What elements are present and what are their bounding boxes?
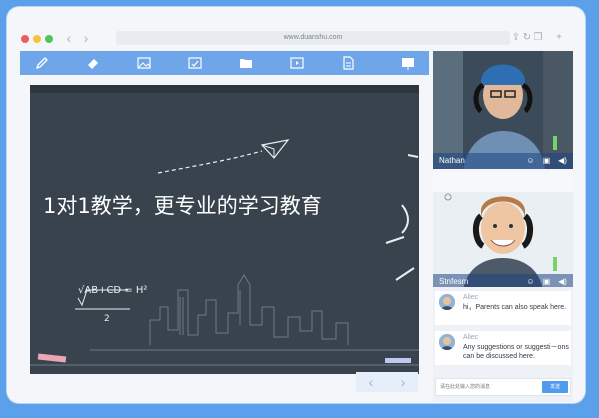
maximize-window-button[interactable] bbox=[45, 35, 53, 43]
address-bar[interactable]: www.duanshu.com bbox=[116, 31, 510, 45]
chat-author: Aliec bbox=[463, 334, 479, 341]
student-video-feed bbox=[433, 172, 573, 290]
avatar bbox=[439, 294, 455, 310]
chat-text: Any suggestions or suggesti－ons can be d… bbox=[463, 344, 569, 360]
volume-icon[interactable]: ◀) bbox=[557, 156, 568, 166]
folder-icon[interactable] bbox=[238, 55, 254, 71]
emoji-icon[interactable]: ☺ bbox=[525, 156, 536, 166]
pen-icon[interactable] bbox=[34, 55, 50, 71]
document-icon[interactable] bbox=[340, 55, 356, 71]
next-page-button[interactable]: › bbox=[388, 372, 418, 392]
chat-message: Aliec hi，Parents can also speak here. bbox=[435, 291, 571, 325]
volume-icon[interactable]: ◀) bbox=[557, 277, 568, 287]
chalkboard[interactable]: 2 1对1教学，更专业的学习教育 √AB+CD = H² bbox=[30, 85, 419, 374]
screen-icon[interactable] bbox=[187, 55, 203, 71]
chat-panel: Aliec hi，Parents can also speak here. Al… bbox=[433, 287, 573, 402]
chat-composer: 发送 bbox=[435, 378, 571, 396]
emoji-icon[interactable]: ☺ bbox=[525, 277, 536, 287]
chat-author: Aliec bbox=[463, 294, 479, 301]
tabs-icon[interactable]: ❐ bbox=[532, 31, 544, 45]
participant-name: Stnfesm bbox=[439, 277, 469, 286]
whiteboard-toolbar bbox=[20, 51, 429, 75]
chalk-formula: √AB+CD = H² bbox=[78, 285, 148, 296]
video-icon[interactable] bbox=[289, 55, 305, 71]
chat-message: Aliec Any suggestions or suggesti－ons ca… bbox=[435, 331, 571, 365]
send-button[interactable]: 发送 bbox=[542, 381, 568, 393]
browser-window: ‹ › www.duanshu.com ⇪ ↻ ❐ + 2 1对1教学，更专业的… bbox=[7, 7, 585, 403]
board-headline: 1对1教学，更专业的学习教育 bbox=[43, 194, 322, 218]
camera-toggle-icon[interactable]: ▣ bbox=[541, 156, 552, 166]
new-tab-icon[interactable]: + bbox=[553, 31, 565, 45]
chat-input[interactable] bbox=[440, 382, 536, 392]
previous-page-button[interactable]: ‹ bbox=[356, 372, 386, 392]
video-tile-student[interactable]: Stnfesm ☺ ▣ ◀) bbox=[433, 172, 573, 290]
whiteboard-icon[interactable] bbox=[400, 55, 416, 71]
camera-toggle-icon[interactable]: ▣ bbox=[541, 277, 552, 287]
title-bar: ‹ › www.duanshu.com ⇪ ↻ ❐ + bbox=[7, 7, 585, 49]
forward-arrow-icon[interactable]: › bbox=[79, 31, 93, 45]
svg-text:2: 2 bbox=[104, 314, 110, 324]
close-window-button[interactable] bbox=[21, 35, 29, 43]
video-tile-teacher[interactable]: Nathan ☺ ▣ ◀) bbox=[433, 51, 573, 169]
minimize-window-button[interactable] bbox=[33, 35, 41, 43]
video-controls: Nathan ☺ ▣ ◀) bbox=[433, 153, 573, 169]
chalkboard-drawing: 2 bbox=[30, 85, 419, 374]
participant-name: Nathan bbox=[439, 156, 465, 165]
image-icon[interactable] bbox=[136, 55, 152, 71]
avatar bbox=[439, 334, 455, 350]
eraser-icon[interactable] bbox=[85, 55, 101, 71]
back-arrow-icon[interactable]: ‹ bbox=[62, 31, 76, 45]
chat-text: hi，Parents can also speak here. bbox=[463, 304, 567, 311]
page-navigation: ‹ › bbox=[356, 372, 418, 392]
teacher-video-feed bbox=[433, 51, 573, 169]
